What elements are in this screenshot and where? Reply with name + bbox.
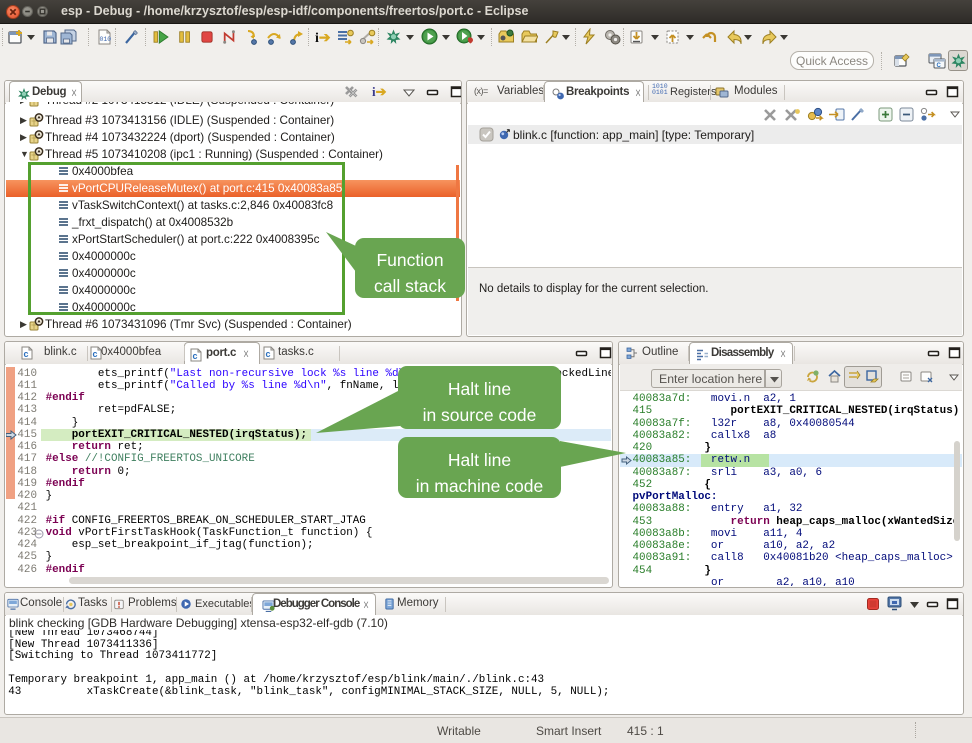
svg-text:010: 010 bbox=[100, 36, 112, 43]
svg-text:c: c bbox=[266, 349, 271, 359]
svg-text:c: c bbox=[24, 349, 29, 359]
svg-text:C: C bbox=[937, 63, 942, 69]
svg-text:c: c bbox=[193, 351, 198, 361]
svg-text:c: c bbox=[93, 349, 98, 359]
